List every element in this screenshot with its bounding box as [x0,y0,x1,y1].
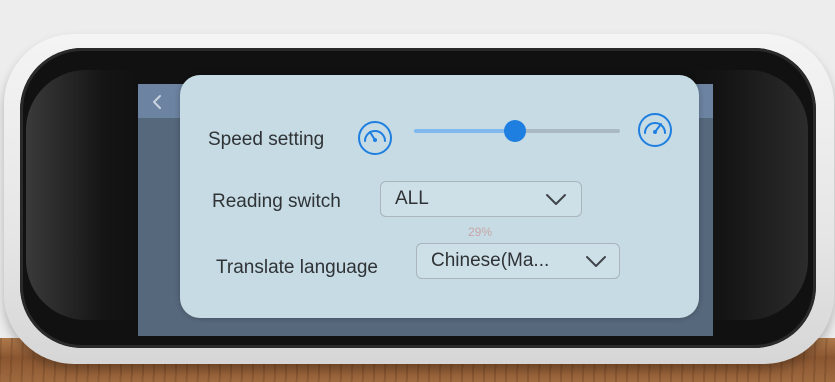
reading-switch-select[interactable]: ALL [380,181,582,217]
back-icon[interactable] [148,92,168,112]
speed-slider[interactable] [414,120,620,142]
speed-slider-fill [414,129,515,133]
translate-language-label: Translate language [216,257,378,278]
speed-slow-gauge-icon[interactable] [356,119,394,157]
reading-switch-value: ALL [395,188,429,209]
reading-switch-label: Reading switch [212,191,341,212]
settings-dialog: Speed setting Reading switch ALL 29% Tra [180,75,699,318]
bezel-left-shine [26,70,136,320]
percent-text: 29% [468,225,493,239]
chevron-down-icon [545,193,567,207]
speed-slider-thumb[interactable] [503,120,526,142]
speed-setting-label: Speed setting [208,129,325,150]
chevron-down-icon [585,255,607,269]
translate-language-select[interactable]: Chinese(Ma... [416,243,620,279]
speed-fast-gauge-icon[interactable] [636,111,674,149]
translate-language-value: Chinese(Ma... [431,250,550,271]
